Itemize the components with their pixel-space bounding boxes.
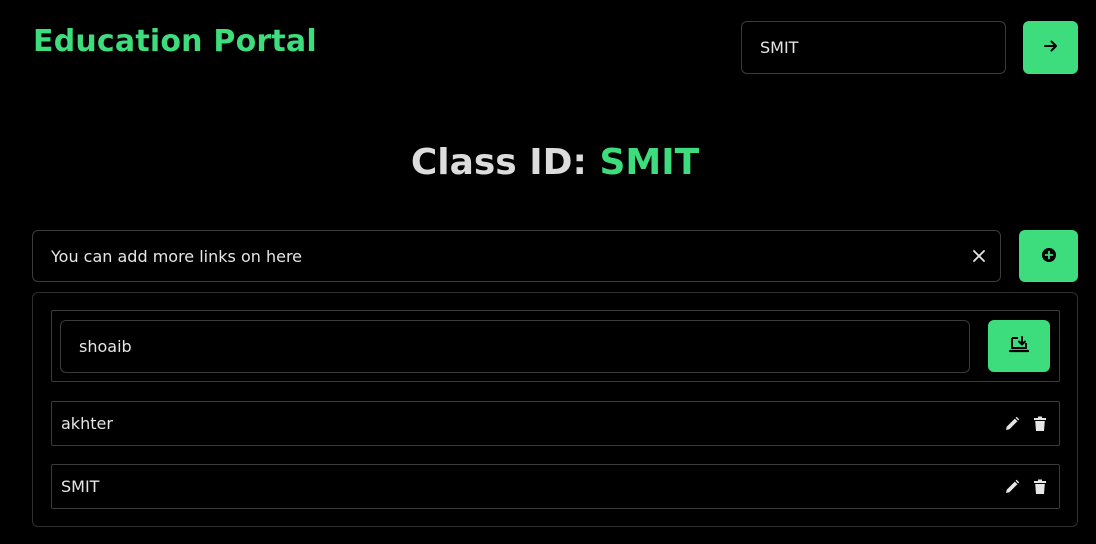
list-item: akhter: [51, 401, 1060, 446]
brand-title: Education Portal: [33, 24, 317, 59]
go-button[interactable]: [1023, 21, 1078, 74]
page-title-prefix: Class ID:: [410, 142, 587, 183]
page-title: Class ID: SMIT: [0, 142, 1096, 183]
arrow-right-icon: [1043, 38, 1059, 57]
close-icon[interactable]: [967, 244, 991, 268]
list-item-label: SMIT: [61, 477, 100, 496]
class-id-input[interactable]: [741, 21, 1006, 74]
plus-circle-icon: [1041, 247, 1057, 266]
page-title-class-id: SMIT: [599, 142, 700, 183]
list-item: SMIT: [51, 464, 1060, 509]
add-link-button[interactable]: [1019, 230, 1078, 282]
add-link-field: [32, 230, 1001, 282]
trash-icon[interactable]: [1030, 477, 1050, 497]
add-link-input[interactable]: [33, 231, 953, 281]
save-download-icon: [1008, 335, 1030, 357]
list-item-label: akhter: [61, 414, 113, 433]
save-button[interactable]: [988, 320, 1050, 372]
pencil-icon[interactable]: [1002, 477, 1022, 497]
pencil-icon[interactable]: [1002, 414, 1022, 434]
trash-icon[interactable]: [1030, 414, 1050, 434]
edit-link-input[interactable]: [60, 320, 970, 373]
